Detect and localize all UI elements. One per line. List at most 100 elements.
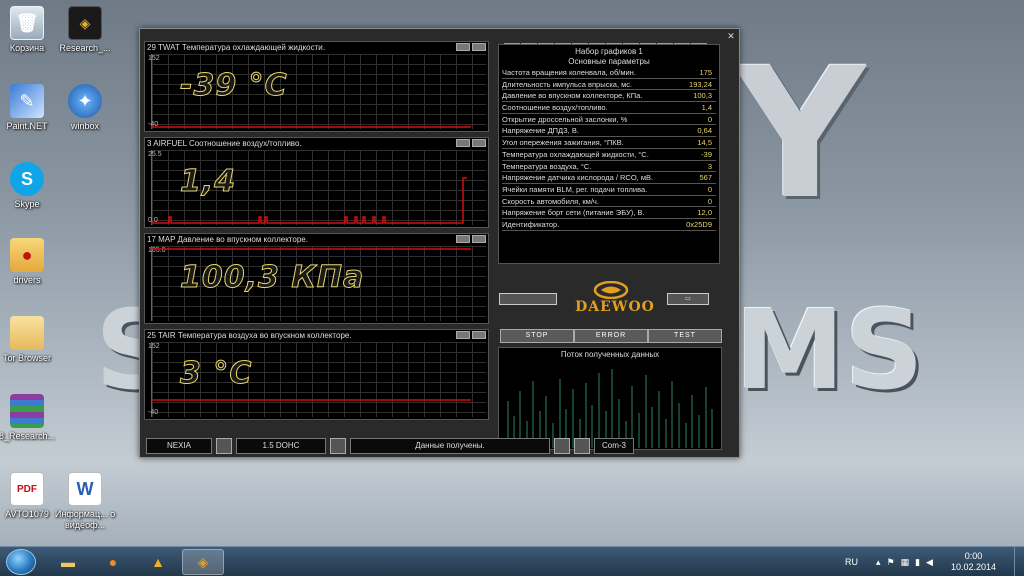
left-tool-button[interactable] (499, 293, 557, 305)
close-icon[interactable]: ✕ (725, 31, 737, 41)
status-button[interactable] (554, 438, 570, 454)
panel-button[interactable] (472, 331, 486, 339)
folder-icon: ● (10, 238, 44, 272)
param-row[interactable]: Скорость автомобиля, км/ч. 0 (502, 196, 716, 208)
skype-icon: S (10, 162, 44, 196)
taskbar-daewoo-app[interactable]: ◈ (182, 549, 224, 575)
engine-select-button[interactable] (330, 438, 346, 454)
language-indicator[interactable]: RU (845, 557, 858, 567)
signal-icon[interactable]: ▮ (915, 557, 920, 568)
tray-arrow-icon[interactable]: ▴ (876, 557, 881, 568)
show-desktop-button[interactable] (1014, 547, 1024, 576)
graph-panel-buttons (456, 43, 486, 51)
panel-button[interactable] (456, 139, 470, 147)
panel-button[interactable] (472, 139, 486, 147)
book-icon: ▭ (685, 296, 691, 302)
param-row[interactable]: Длительность импульса впрыска, мс. 193,24 (502, 79, 716, 91)
start-button[interactable] (6, 549, 36, 575)
panel-button[interactable] (456, 235, 470, 243)
status-com-port: Com-3 (594, 438, 634, 454)
graph-panel-title: 25 TAIR Температура воздуха во впускном … (147, 331, 352, 340)
panel-button[interactable] (456, 331, 470, 339)
param-row[interactable]: Соотношение воздух/топливо. 1,4 (502, 102, 716, 114)
panel-button[interactable] (472, 43, 486, 51)
param-label: Ячейки памяти BLM, рег. подачи топлива. (502, 184, 648, 194)
param-label: Угол опережения зажигания, °ПКВ. (502, 138, 624, 148)
param-row[interactable]: Напряжение ДПДЗ, В. 0,64 (502, 125, 716, 138)
wallpaper-letters: MS (735, 286, 924, 414)
folder-icon (10, 316, 44, 350)
param-value: -39 (701, 149, 712, 159)
param-label: Напряжение борт сети (питание ЭБУ), В. (502, 208, 645, 218)
param-label: Открытие дроссельной заслонки, % (502, 114, 628, 124)
volume-icon[interactable]: ◀ (926, 557, 933, 568)
desktop-icon-word-doc[interactable]: W Информац... о видеоф... (50, 472, 120, 531)
stop-button[interactable]: STOP (500, 329, 574, 343)
graph-panel-map: 17 MAP Давление во впускном коллекторе. … (144, 233, 489, 324)
param-value: 0 (707, 184, 712, 194)
control-buttons: STOP ERROR TEST (500, 329, 722, 343)
param-label: Температура охлаждающей жидкости, °С. (502, 149, 649, 159)
desktop-icon-label: Информац... о видеоф... (54, 509, 116, 530)
param-row[interactable]: Напряжение борт сети (питание ЭБУ), В. 12… (502, 207, 716, 219)
folder-icon: ▬ (61, 554, 75, 570)
param-row[interactable]: Температура охлаждающей жидкости, °С. -39 (502, 149, 716, 161)
error-button[interactable]: ERROR (574, 329, 648, 343)
param-value: 0 (707, 114, 712, 124)
test-button[interactable]: TEST (648, 329, 722, 343)
param-value: 0,64 (697, 126, 712, 136)
flag-icon[interactable]: ⚑ (886, 557, 894, 568)
status-message: Данные получены. (350, 438, 550, 454)
param-value: 175 (699, 68, 712, 77)
param-row[interactable]: Идентификатор. 0x25D9 (502, 219, 716, 231)
param-row[interactable]: Напряжение датчика кислорода / RCO, мВ. 5… (502, 172, 716, 184)
status-button[interactable] (574, 438, 590, 454)
param-value: 193,24 (689, 79, 712, 89)
desktop-icon-skype[interactable]: S Skype (0, 162, 62, 210)
clock-time: 0:00 (964, 551, 983, 561)
param-row[interactable]: Ячейки памяти BLM, рег. подачи топлива. 0 (502, 184, 716, 196)
panel-button[interactable] (472, 235, 486, 243)
params-section-title: Основные параметры (568, 57, 650, 66)
brand-logo-area: DAEWOO ▭ (495, 279, 725, 325)
param-row[interactable]: Частота вращения коленвала, об/мин. 175 (502, 67, 716, 79)
param-label: Давление во впускном коллекторе, КПа. (502, 91, 643, 101)
desktop-icon-archive[interactable]: 8_Research... (0, 394, 62, 442)
panel-button[interactable] (456, 43, 470, 51)
graph-panel-intake-air-temp: 25 TAIR Температура воздуха во впускном … (144, 329, 489, 420)
desktop-icon-tor-browser[interactable]: Tor Browser (0, 316, 62, 364)
desktop-icon-research[interactable]: ◈ Research_... (50, 6, 120, 54)
graph-panel-title: 3 AIRFUEL Соотношение воздух/топливо. (147, 139, 302, 148)
param-value: 14,5 (697, 138, 712, 148)
taskbar-app[interactable]: ▲ (137, 549, 179, 575)
param-row[interactable]: Угол опережения зажигания, °ПКВ. 14,5 (502, 137, 716, 149)
recycle-bin-icon: 🗑 (10, 6, 44, 40)
system-tray: RU ▴ ⚑ ▦ ▮ ◀ 0:00 10.02.2014 (845, 547, 1024, 576)
graph-panel-title: 29 TWAT Температура охлаждающей жидкости… (147, 43, 325, 52)
desktop-icon-drivers[interactable]: ● drivers (0, 238, 62, 286)
diagnostic-app-window: ✕ 29 TWAT Температура охлаждающей жидкос… (139, 28, 740, 458)
graph-current-value: 3 °C (179, 356, 253, 392)
clock[interactable]: 0:00 10.02.2014 (951, 551, 996, 573)
parameters-table: Набор графиков 1 Основные параметры Част… (498, 44, 720, 264)
desktop-icon-winbox[interactable]: ✦ winbox (50, 84, 120, 132)
taskbar-explorer[interactable]: ▬ (47, 549, 89, 575)
param-row[interactable]: Открытие дроссельной заслонки, % 0 (502, 114, 716, 126)
status-engine: 1.5 DOHC (236, 438, 326, 454)
app-icon: ▲ (151, 554, 165, 570)
taskbar-firefox[interactable]: ● (92, 549, 134, 575)
param-row[interactable]: Давление во впускном коллекторе, КПа. 100… (502, 90, 716, 103)
clock-date: 10.02.2014 (950, 562, 996, 572)
car-select-button[interactable] (216, 438, 232, 454)
param-label: Температура воздуха, °С. (502, 161, 592, 171)
network-icon[interactable]: ▦ (901, 557, 910, 568)
param-row[interactable]: Температура воздуха, °С. 3 (502, 161, 716, 173)
daewoo-app-icon: ◈ (197, 553, 209, 570)
param-value: 1,4 (701, 103, 712, 113)
param-value: 0x25D9 (686, 219, 712, 229)
param-value: 567 (699, 173, 712, 183)
taskbar: ▬ ● ▲ ◈ RU ▴ ⚑ ▦ ▮ ◀ 0:00 10.02.2014 (0, 546, 1024, 576)
desktop-icon-label: Skype (14, 199, 40, 209)
book-button[interactable]: ▭ (667, 293, 709, 305)
graph-current-value: 1,4 (179, 164, 237, 200)
